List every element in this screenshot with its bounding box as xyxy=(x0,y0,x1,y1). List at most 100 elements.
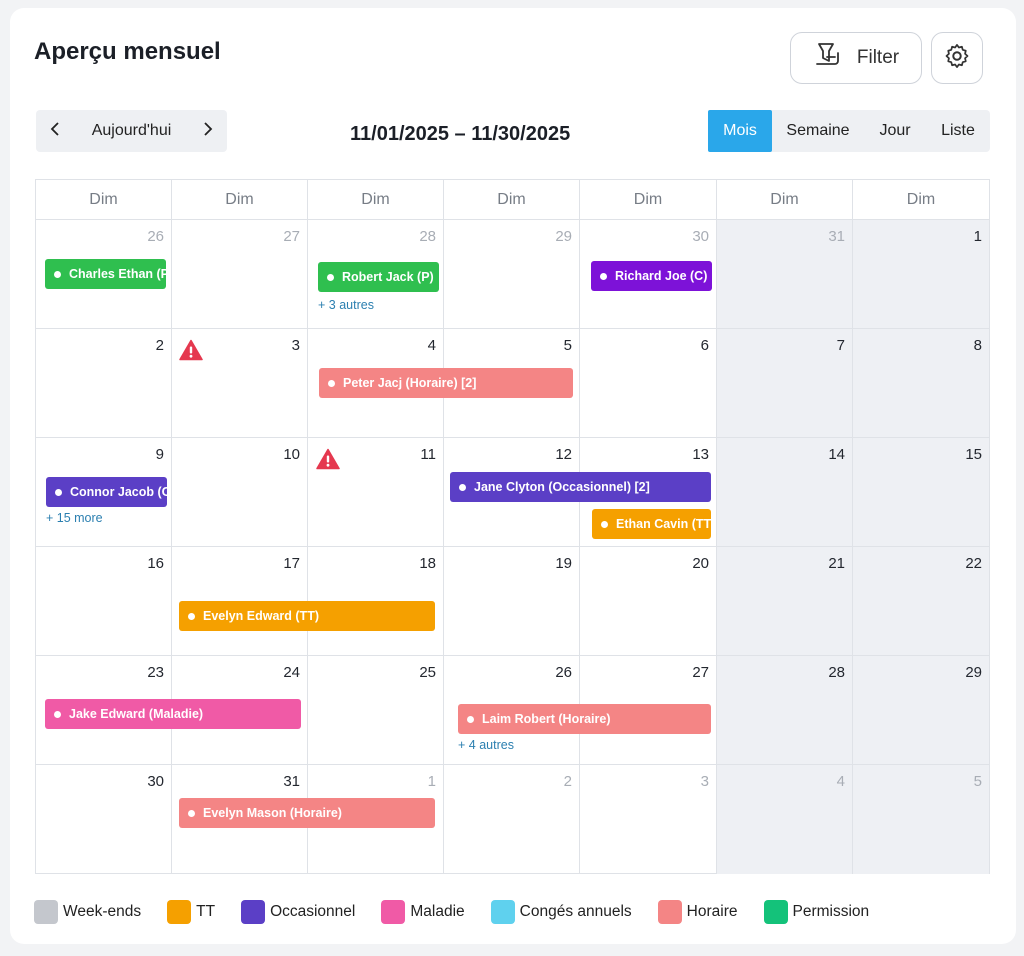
legend-swatch xyxy=(490,900,515,924)
day-number: 14 xyxy=(828,446,845,463)
page-title: Aperçu mensuel xyxy=(34,38,221,65)
day-cell[interactable]: 28 xyxy=(717,656,853,765)
day-number: 7 xyxy=(836,337,845,354)
event-bar[interactable]: Jane Clyton (Occasionnel) [2] xyxy=(450,472,711,502)
legend-label: Permission xyxy=(792,903,870,920)
day-number: 28 xyxy=(828,664,845,681)
day-cell[interactable]: 5 xyxy=(853,765,989,874)
event-bar[interactable]: Connor Jacob (O xyxy=(46,477,167,507)
day-number: 2 xyxy=(563,773,572,790)
filter-label: Filter xyxy=(856,47,900,68)
date-navigation: Aujourd'hui xyxy=(36,110,227,152)
day-number: 6 xyxy=(700,337,709,354)
legend-item-occasionnel: Occasionnel xyxy=(241,900,355,924)
day-cell[interactable]: 8 xyxy=(853,329,989,438)
legend-item-permission: Permission xyxy=(763,900,870,924)
more-events-link[interactable]: + 15 more xyxy=(46,511,103,525)
warning-icon xyxy=(316,448,340,470)
weekday-header: Dim xyxy=(580,180,717,220)
day-number: 30 xyxy=(147,773,164,790)
day-cell[interactable]: 14 xyxy=(717,438,853,547)
day-cell[interactable]: 27 xyxy=(172,220,308,329)
event-bar[interactable]: Laim Robert (Horaire) xyxy=(458,704,711,734)
legend-item-maladie: Maladie xyxy=(381,900,465,924)
day-number: 5 xyxy=(563,337,572,354)
chevron-left-icon xyxy=(49,121,63,142)
day-cell[interactable]: 1 xyxy=(853,220,989,329)
day-number: 24 xyxy=(283,664,300,681)
day-cell[interactable]: 7 xyxy=(717,329,853,438)
more-events-link[interactable]: + 3 autres xyxy=(318,298,374,312)
event-bar[interactable]: Ethan Cavin (TT xyxy=(592,509,711,539)
day-number: 19 xyxy=(555,555,572,572)
day-number: 17 xyxy=(283,555,300,572)
event-bar[interactable]: Peter Jacj (Horaire) [2] xyxy=(319,368,573,398)
day-cell[interactable]: 20 xyxy=(580,547,717,656)
day-cell[interactable]: 30 xyxy=(36,765,172,874)
event-bar[interactable]: Charles Ethan (P xyxy=(45,259,166,289)
view-list[interactable]: Liste xyxy=(926,110,990,152)
day-number: 30 xyxy=(692,228,709,245)
day-cell[interactable]: 2 xyxy=(36,329,172,438)
view-day[interactable]: Jour xyxy=(864,110,926,152)
event-bar[interactable]: Jake Edward (Maladie) xyxy=(45,699,301,729)
settings-button[interactable] xyxy=(931,32,983,84)
day-number: 29 xyxy=(555,228,572,245)
day-number: 27 xyxy=(283,228,300,245)
day-cell[interactable]: 2 xyxy=(444,765,580,874)
day-number: 18 xyxy=(419,555,436,572)
today-button[interactable]: Aujourd'hui xyxy=(76,122,187,140)
day-cell[interactable]: 29 xyxy=(444,220,580,329)
event-bar[interactable]: Robert Jack (P) xyxy=(318,262,439,292)
view-switcher: Mois Semaine Jour Liste xyxy=(708,110,990,152)
gear-icon xyxy=(943,42,971,75)
filter-icon xyxy=(813,40,843,76)
event-bar[interactable]: Evelyn Edward (TT) xyxy=(179,601,435,631)
day-cell[interactable]: 16 xyxy=(36,547,172,656)
day-number: 10 xyxy=(283,446,300,463)
filter-button[interactable]: Filter xyxy=(790,32,922,84)
day-number: 28 xyxy=(419,228,436,245)
day-cell[interactable]: 29 xyxy=(853,656,989,765)
day-number: 26 xyxy=(147,228,164,245)
event-bar[interactable]: Richard Joe (C) xyxy=(591,261,712,291)
day-cell[interactable]: 21 xyxy=(717,547,853,656)
day-cell[interactable]: 3 xyxy=(580,765,717,874)
day-number: 31 xyxy=(828,228,845,245)
legend-swatch xyxy=(657,900,682,924)
day-number: 20 xyxy=(692,555,709,572)
day-number: 25 xyxy=(419,664,436,681)
day-number: 31 xyxy=(283,773,300,790)
day-cell[interactable]: 19 xyxy=(444,547,580,656)
more-events-link[interactable]: + 4 autres xyxy=(458,738,514,752)
day-cell[interactable]: 31 xyxy=(717,220,853,329)
legend-swatch xyxy=(763,900,788,924)
weekday-header: Dim xyxy=(36,180,172,220)
warning-icon xyxy=(179,339,203,361)
legend-item-horaire: Horaire xyxy=(657,900,738,924)
day-number: 12 xyxy=(555,446,572,463)
view-month[interactable]: Mois xyxy=(708,110,772,152)
weekday-header: Dim xyxy=(444,180,580,220)
day-cell[interactable]: 25 xyxy=(308,656,444,765)
view-week[interactable]: Semaine xyxy=(772,110,864,152)
day-cell[interactable]: 6 xyxy=(580,329,717,438)
legend: Week-ends TT Occasionnel Maladie Congés … xyxy=(34,900,895,924)
legend-swatch xyxy=(381,900,406,924)
day-cell[interactable]: 22 xyxy=(853,547,989,656)
day-number: 9 xyxy=(155,446,164,463)
day-cell[interactable]: 10 xyxy=(172,438,308,547)
day-number: 1 xyxy=(973,228,982,245)
weekday-header: Dim xyxy=(853,180,989,220)
day-number: 13 xyxy=(692,446,709,463)
weekday-header: Dim xyxy=(172,180,308,220)
day-cell[interactable]: 4 xyxy=(717,765,853,874)
calendar-grid: Dim Dim Dim Dim Dim Dim Dim 26 27 28 29 30 31 1 2 3 4 5 6 7… xyxy=(35,179,990,874)
legend-label: Horaire xyxy=(686,903,738,920)
day-cell[interactable]: 15 xyxy=(853,438,989,547)
day-number: 29 xyxy=(965,664,982,681)
next-button[interactable] xyxy=(187,110,227,152)
event-bar[interactable]: Evelyn Mason (Horaire) xyxy=(179,798,435,828)
legend-item-weekends: Week-ends xyxy=(34,900,141,924)
prev-button[interactable] xyxy=(36,110,76,152)
